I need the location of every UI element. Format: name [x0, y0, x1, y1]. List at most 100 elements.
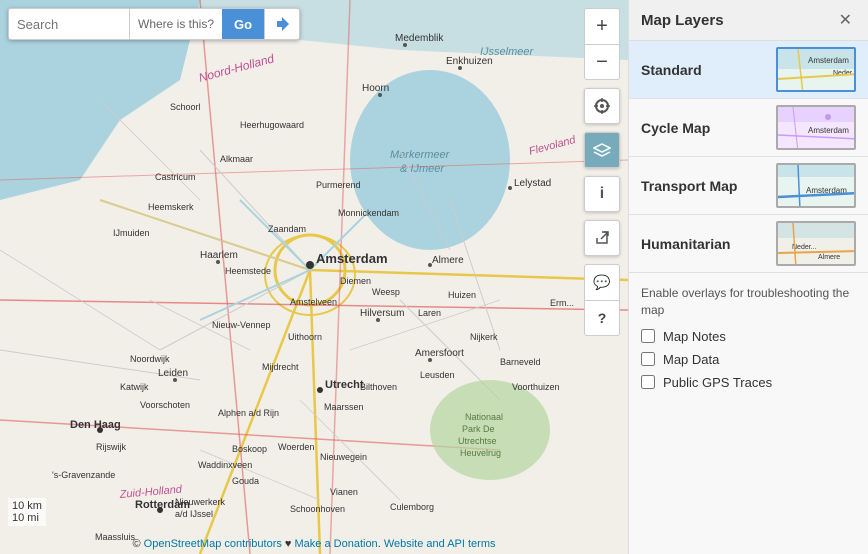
svg-text:Zaandam: Zaandam: [268, 224, 306, 234]
svg-text:Waddinxveen: Waddinxveen: [198, 460, 252, 470]
overlay-map-notes-item[interactable]: Map Notes: [641, 329, 856, 344]
map-controls: + − i: [584, 8, 620, 336]
svg-text:Nationaal: Nationaal: [465, 412, 503, 422]
search-input[interactable]: [9, 17, 129, 32]
overlay-gps-traces-label[interactable]: Public GPS Traces: [663, 375, 772, 390]
layer-cycle-thumb: Amsterdam: [776, 105, 856, 150]
map-layers-panel: Map Layers ✕ Standard Amsterdam Neder...…: [628, 0, 868, 554]
directions-button[interactable]: [264, 9, 299, 39]
svg-text:Utrecht: Utrecht: [325, 379, 364, 391]
svg-text:Nieuwegein: Nieuwegein: [320, 452, 367, 462]
svg-text:Maassluis: Maassluis: [95, 532, 136, 542]
svg-text:Heerhugowaard: Heerhugowaard: [240, 120, 304, 130]
svg-text:Amsterdam: Amsterdam: [808, 126, 849, 135]
svg-text:a/d IJssel: a/d IJssel: [175, 509, 213, 519]
svg-text:Nieuwerkerk: Nieuwerkerk: [175, 497, 226, 507]
comment-button[interactable]: 💬: [584, 264, 620, 300]
where-is-this-button[interactable]: Where is this?: [129, 9, 222, 39]
api-terms-link[interactable]: Website and API terms: [384, 538, 496, 550]
svg-text:Almere: Almere: [818, 254, 840, 261]
layer-humanitarian-thumb: Neder... Almere: [776, 221, 856, 266]
layer-standard-item[interactable]: Standard Amsterdam Neder...: [629, 41, 868, 99]
svg-text:Almere: Almere: [432, 255, 464, 266]
svg-text:Markermeer: Markermeer: [390, 149, 451, 161]
layer-humanitarian-item[interactable]: Humanitarian Neder... Almere: [629, 215, 868, 273]
share-button[interactable]: [584, 220, 620, 256]
svg-text:Amstelveen: Amstelveen: [290, 297, 337, 307]
svg-text:Katwijk: Katwijk: [120, 382, 149, 392]
scale-indicator: 10 km 10 mi: [8, 498, 46, 526]
svg-text:IJmuiden: IJmuiden: [113, 228, 150, 238]
svg-text:Purmerend: Purmerend: [316, 180, 361, 190]
overlay-gps-traces-item[interactable]: Public GPS Traces: [641, 375, 856, 390]
osm-link[interactable]: OpenStreetMap contributors: [144, 538, 282, 550]
svg-text:Noordwijk: Noordwijk: [130, 354, 170, 364]
svg-text:& IJmeer: & IJmeer: [400, 163, 445, 175]
svg-text:Park De: Park De: [462, 424, 495, 434]
panel-title: Map Layers: [641, 12, 724, 29]
svg-text:Culemborg: Culemborg: [390, 502, 434, 512]
svg-text:Nijkerk: Nijkerk: [470, 332, 498, 342]
layers-button[interactable]: [584, 132, 620, 168]
svg-text:Neder...: Neder...: [792, 244, 817, 251]
layer-transport-thumb: Amsterdam: [776, 163, 856, 208]
svg-text:Schoorl: Schoorl: [170, 102, 201, 112]
svg-text:Amsterdam: Amsterdam: [316, 251, 388, 266]
svg-text:Den Haag: Den Haag: [70, 419, 121, 431]
svg-text:Schoonhoven: Schoonhoven: [290, 504, 345, 514]
svg-text:Erm...: Erm...: [550, 298, 574, 308]
panel-close-button[interactable]: ✕: [835, 10, 856, 30]
svg-text:Uithoorn: Uithoorn: [288, 332, 322, 342]
svg-text:Lelystad: Lelystad: [514, 178, 551, 189]
map-attribution: © OpenStreetMap contributors ♥ Make a Do…: [133, 538, 496, 550]
info-button[interactable]: i: [584, 176, 620, 212]
go-button[interactable]: Go: [222, 9, 264, 39]
overlays-title: Enable overlays for troubleshooting the …: [641, 285, 856, 319]
locate-button[interactable]: [584, 88, 620, 124]
svg-text:Castricum: Castricum: [155, 172, 196, 182]
svg-text:Monnickendam: Monnickendam: [338, 208, 399, 218]
svg-text:Gouda: Gouda: [232, 476, 259, 486]
svg-text:Leusden: Leusden: [420, 370, 455, 380]
svg-text:Amsterdam: Amsterdam: [808, 56, 849, 65]
directions-icon: [273, 15, 291, 33]
panel-header: Map Layers ✕: [629, 0, 868, 41]
overlay-map-data-item[interactable]: Map Data: [641, 352, 856, 367]
svg-text:Utrechtse: Utrechtse: [458, 436, 497, 446]
svg-text:Bilthoven: Bilthoven: [360, 382, 397, 392]
extra-controls: 💬 ?: [584, 264, 620, 336]
search-bar: Where is this? Go: [8, 8, 300, 40]
overlay-gps-traces-checkbox[interactable]: [641, 375, 655, 389]
svg-text:Nieuw-Vennep: Nieuw-Vennep: [212, 320, 271, 330]
help-button[interactable]: ?: [584, 300, 620, 336]
zoom-out-button[interactable]: −: [584, 44, 620, 80]
svg-text:Maarssen: Maarssen: [324, 402, 364, 412]
svg-text:Haarlem: Haarlem: [200, 250, 238, 261]
overlays-section: Enable overlays for troubleshooting the …: [629, 273, 868, 410]
svg-text:IJsselmeer: IJsselmeer: [480, 46, 535, 58]
svg-text:'s-Gravenzande: 's-Gravenzande: [52, 470, 115, 480]
svg-text:Woerden: Woerden: [278, 442, 314, 452]
svg-text:Huizen: Huizen: [448, 290, 476, 300]
overlay-map-data-checkbox[interactable]: [641, 352, 655, 366]
svg-text:Heemstede: Heemstede: [225, 266, 271, 276]
svg-text:Amersfoort: Amersfoort: [415, 348, 464, 359]
locate-icon: [593, 97, 611, 115]
layer-standard-label: Standard: [641, 62, 776, 78]
map-area[interactable]: Markermeer & IJmeer: [0, 0, 628, 554]
layer-transport-item[interactable]: Transport Map Amsterdam: [629, 157, 868, 215]
svg-text:Barneveld: Barneveld: [500, 357, 541, 367]
overlay-map-data-label[interactable]: Map Data: [663, 352, 719, 367]
layer-cycle-item[interactable]: Cycle Map Amsterdam: [629, 99, 868, 157]
svg-text:Boskoop: Boskoop: [232, 444, 267, 454]
svg-text:Laren: Laren: [418, 308, 441, 318]
donate-link[interactable]: Make a Donation: [295, 538, 378, 550]
overlay-map-notes-checkbox[interactable]: [641, 329, 655, 343]
scale-metric: 10 km: [12, 500, 42, 512]
overlay-map-notes-label[interactable]: Map Notes: [663, 329, 726, 344]
svg-text:Weesp: Weesp: [372, 287, 400, 297]
svg-text:Rijswijk: Rijswijk: [96, 442, 126, 452]
zoom-in-button[interactable]: +: [584, 8, 620, 44]
svg-text:Heemskerk: Heemskerk: [148, 202, 194, 212]
svg-text:Hoorn: Hoorn: [362, 83, 389, 94]
